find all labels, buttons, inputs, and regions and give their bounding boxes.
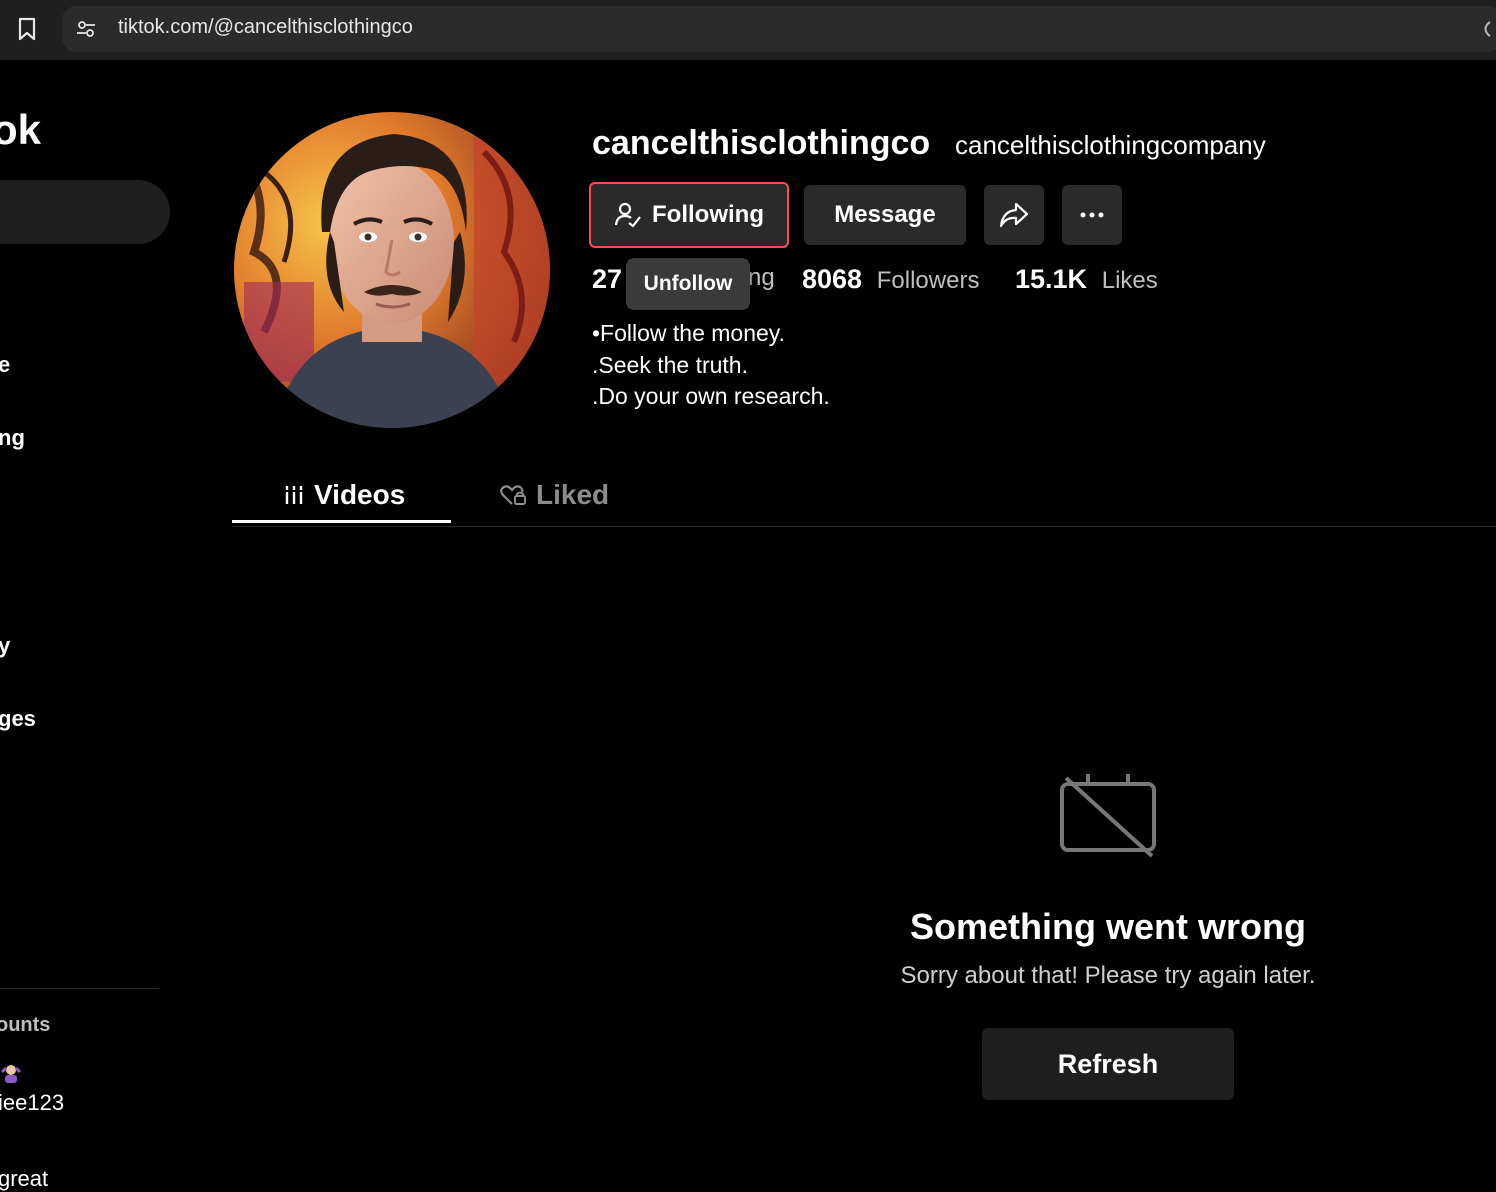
tab-videos-label: Videos bbox=[314, 479, 406, 510]
error-title: Something went wrong bbox=[910, 906, 1306, 947]
following-count: 27 bbox=[592, 264, 623, 294]
liked-heart-lock-icon bbox=[500, 485, 526, 505]
bookmark-icon[interactable] bbox=[16, 17, 38, 41]
likes-stat: 15.1K Likes bbox=[1015, 264, 1158, 295]
profile-avatar[interactable] bbox=[234, 112, 550, 428]
sidebar-item[interactable]: ges bbox=[0, 706, 36, 732]
sidebar-item[interactable]: e bbox=[0, 352, 10, 378]
message-button[interactable]: Message bbox=[804, 185, 966, 245]
profile-username: cancelthisclothingco bbox=[592, 124, 931, 162]
emoji-icon bbox=[0, 1065, 22, 1083]
unfollow-tooltip: Unfollow bbox=[626, 258, 750, 310]
following-stat[interactable]: 27 bbox=[592, 264, 630, 295]
message-button-label: Message bbox=[834, 201, 936, 228]
site-settings-icon[interactable] bbox=[76, 19, 96, 39]
tab-liked-label: Liked bbox=[536, 479, 610, 510]
share-icon bbox=[999, 202, 1029, 228]
active-tab-indicator bbox=[232, 520, 451, 523]
tab-liked[interactable]: Liked bbox=[500, 465, 609, 525]
likes-count: 15.1K bbox=[1015, 264, 1088, 294]
sidebar-item[interactable]: ng bbox=[0, 425, 25, 451]
bio-line: .Seek the truth. bbox=[592, 351, 748, 378]
user-check-icon bbox=[614, 202, 641, 228]
profile-tabs: Videos Liked bbox=[232, 465, 1496, 527]
share-button[interactable] bbox=[984, 185, 1044, 245]
followers-label: Followers bbox=[876, 267, 980, 294]
videos-grid-icon bbox=[284, 486, 304, 504]
following-button[interactable]: Following bbox=[589, 182, 789, 248]
refresh-button[interactable]: Refresh bbox=[982, 1028, 1234, 1100]
no-video-icon bbox=[1060, 774, 1156, 858]
likes-label: Likes bbox=[1101, 267, 1158, 294]
ellipsis-icon bbox=[1080, 212, 1104, 218]
url-text[interactable]: tiktok.com/@cancelthisclothingco bbox=[118, 16, 413, 39]
profile-bio: •Follow the money. .Seek the truth. .Do … bbox=[592, 318, 830, 413]
followers-count: 8068 bbox=[802, 264, 863, 294]
tab-videos[interactable]: Videos bbox=[284, 465, 405, 525]
sidebar-divider bbox=[0, 988, 159, 989]
profile-nickname: cancelthisclothingcompany bbox=[955, 130, 1266, 160]
bio-line: .Do your own research. bbox=[592, 383, 830, 409]
sidebar-search[interactable] bbox=[0, 180, 170, 244]
more-options-button[interactable] bbox=[1062, 185, 1122, 245]
sidebar-account[interactable]: iee123 bbox=[0, 1090, 64, 1116]
browser-toolbar: tiktok.com/@cancelthisclothingco bbox=[0, 0, 1496, 60]
following-accounts-header: ounts bbox=[0, 1014, 51, 1036]
following-label: ng bbox=[748, 264, 775, 291]
following-button-label: Following bbox=[652, 201, 764, 228]
sidebar-item[interactable]: y bbox=[0, 633, 10, 659]
tiktok-logo[interactable]: ok bbox=[0, 106, 41, 154]
following-stat-label-wrap: ng bbox=[748, 264, 775, 292]
bio-line: •Follow the money. bbox=[592, 320, 785, 346]
followers-stat[interactable]: 8068 Followers bbox=[802, 264, 979, 295]
extension-icon[interactable] bbox=[1484, 18, 1496, 40]
error-message: Sorry about that! Please try again later… bbox=[900, 962, 1316, 989]
sidebar-account[interactable]: great bbox=[0, 1166, 48, 1192]
